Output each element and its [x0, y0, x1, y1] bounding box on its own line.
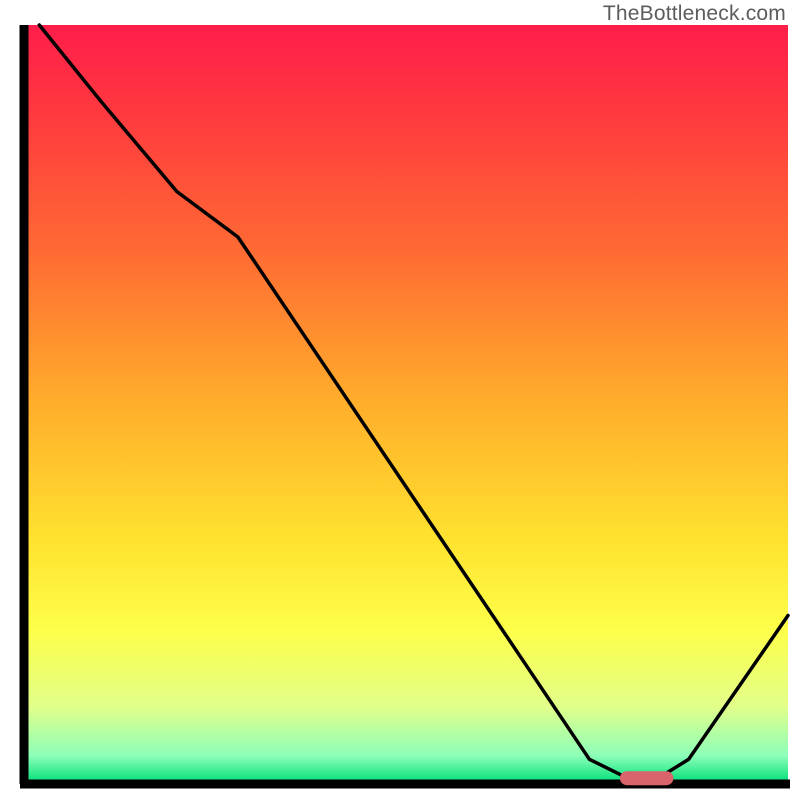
chart-container: TheBottleneck.com [0, 0, 800, 800]
bottleneck-chart [0, 0, 800, 800]
plot-background [24, 25, 788, 782]
optimal-zone-marker [620, 771, 674, 785]
